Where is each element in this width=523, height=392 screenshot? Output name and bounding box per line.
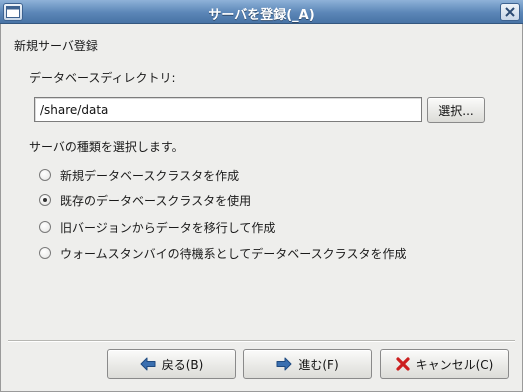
cancel-button-label: キャンセル(C) xyxy=(415,357,494,372)
cancel-x-icon xyxy=(396,357,410,371)
arrow-left-icon xyxy=(140,357,156,371)
arrow-right-icon xyxy=(276,357,292,371)
radio-button[interactable] xyxy=(39,247,51,259)
radio-label: 新規データベースクラスタを作成 xyxy=(60,168,240,183)
section-title: 新規サーバ登録 xyxy=(14,39,98,53)
radio-button-selected[interactable] xyxy=(39,194,51,206)
cancel-button[interactable]: キャンセル(C) xyxy=(380,349,509,379)
next-button[interactable]: 進む(F) xyxy=(243,349,372,379)
close-icon xyxy=(505,7,515,17)
directory-label: データベースディレクトリ: xyxy=(29,71,176,85)
radio-label: 既存のデータベースクラスタを使用 xyxy=(60,193,252,208)
radio-option-use-existing[interactable]: 既存のデータベースクラスタを使用 xyxy=(39,191,251,209)
radio-option-migrate[interactable]: 旧バージョンからデータを移行して作成 xyxy=(39,218,275,236)
radio-label: 旧バージョンからデータを移行して作成 xyxy=(60,220,276,235)
back-button-label: 戻る(B) xyxy=(161,357,204,372)
next-button-label: 進む(F) xyxy=(298,357,339,372)
server-kind-label: サーバの種類を選択します。 xyxy=(29,140,184,154)
separator xyxy=(8,340,515,342)
back-button[interactable]: 戻る(B) xyxy=(107,349,236,379)
radio-option-new-cluster[interactable]: 新規データベースクラスタを作成 xyxy=(39,166,239,184)
window-title: サーバを登録(_A) xyxy=(208,8,315,23)
window-close-button[interactable] xyxy=(500,3,520,21)
radio-button[interactable] xyxy=(39,169,51,181)
browse-button[interactable]: 選択... xyxy=(427,97,485,123)
radio-button[interactable] xyxy=(39,221,51,233)
directory-input[interactable] xyxy=(34,97,422,122)
radio-option-warm-standby[interactable]: ウォームスタンバイの待機系としてデータベースクラスタを作成 xyxy=(39,244,406,262)
radio-label: ウォームスタンバイの待機系としてデータベースクラスタを作成 xyxy=(60,246,407,261)
title-bar: サーバを登録(_A) xyxy=(0,0,523,24)
